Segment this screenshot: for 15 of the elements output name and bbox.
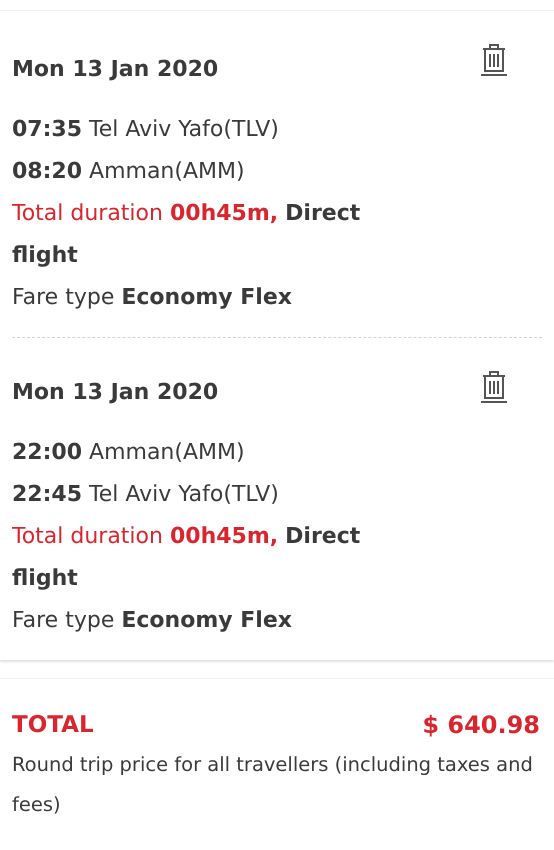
flight-date: Mon 13 Jan 2020 <box>12 56 218 84</box>
duration-info: Total duration 00h45m, Direct flight <box>12 200 362 270</box>
duration-info: Total duration 00h45m, Direct flight <box>12 523 362 593</box>
fare-type: Fare type Economy Flex <box>12 607 293 635</box>
departure-info: 07:35 Tel Aviv Yafo(TLV) <box>12 116 280 144</box>
trash-icon[interactable] <box>480 370 508 404</box>
trash-icon[interactable] <box>480 43 508 77</box>
arrival-info: 08:20 Amman(AMM) <box>12 158 246 186</box>
fare-type: Fare type Economy Flex <box>12 284 293 312</box>
flight-date: Mon 13 Jan 2020 <box>12 379 218 407</box>
total-amount: $ 640.98 <box>422 711 540 739</box>
total-note: Round trip price for all travellers (including taxes and fees) <box>12 752 534 818</box>
total-label: TOTAL <box>12 711 94 740</box>
departure-info: 22:00 Amman(AMM) <box>12 439 246 467</box>
arrival-info: 22:45 Tel Aviv Yafo(TLV) <box>12 481 280 509</box>
